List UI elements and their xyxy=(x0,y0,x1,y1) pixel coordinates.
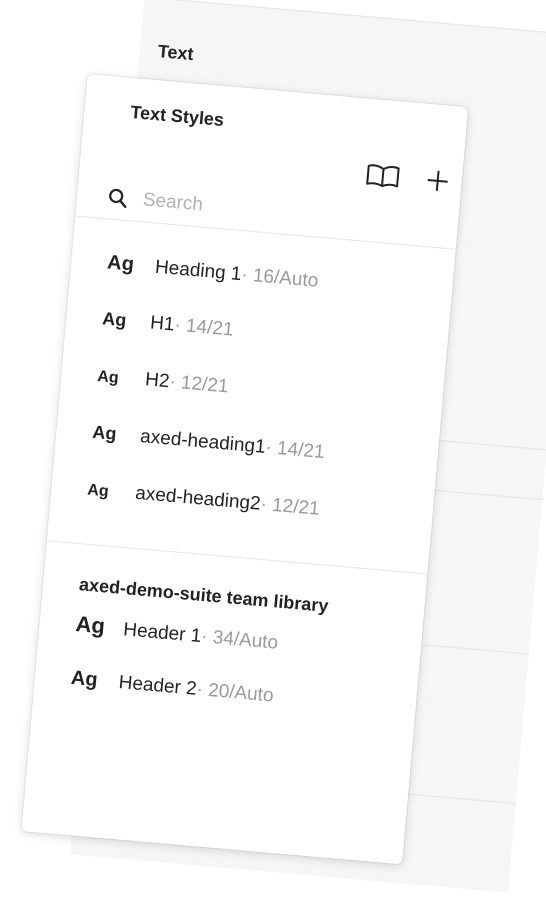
style-name: Header 1 xyxy=(122,619,203,647)
style-preview: Ag xyxy=(70,666,99,692)
style-preview: Ag xyxy=(86,481,110,501)
style-meta: · 12/21 xyxy=(168,371,230,398)
rotated-scene: Text Text Styles Search Ag Heading 1 · 1… xyxy=(0,0,546,893)
local-styles-list: Ag Heading 1 · 16/Auto Ag H1 · 14/21 Ag … xyxy=(46,216,456,575)
style-name: Heading 1 xyxy=(154,256,243,286)
style-meta: · 16/Auto xyxy=(240,264,320,292)
popover-title: Text Styles xyxy=(129,101,225,131)
style-name: H1 xyxy=(149,312,176,336)
style-meta: · 14/21 xyxy=(264,436,326,464)
style-preview: Ag xyxy=(101,308,128,331)
style-meta: · 12/21 xyxy=(259,493,321,520)
style-meta: · 20/Auto xyxy=(195,678,275,707)
book-icon[interactable] xyxy=(365,163,401,190)
text-styles-popover: Text Styles Ag Heading 1 · 16/Auto xyxy=(21,73,469,865)
style-meta: · 14/21 xyxy=(173,314,235,341)
team-library-section: axed-demo-suite team library Ag Header 1… xyxy=(31,541,427,753)
style-name: Header 2 xyxy=(117,672,198,700)
style-preview: Ag xyxy=(96,368,120,387)
search-icon xyxy=(109,188,127,208)
style-preview: Ag xyxy=(91,421,118,444)
style-preview: Ag xyxy=(106,251,135,276)
text-section-title: Text xyxy=(157,41,195,65)
style-preview: Ag xyxy=(74,611,107,639)
style-meta: · 34/Auto xyxy=(200,626,279,654)
style-name: H2 xyxy=(144,369,171,393)
plus-icon[interactable] xyxy=(425,168,451,194)
